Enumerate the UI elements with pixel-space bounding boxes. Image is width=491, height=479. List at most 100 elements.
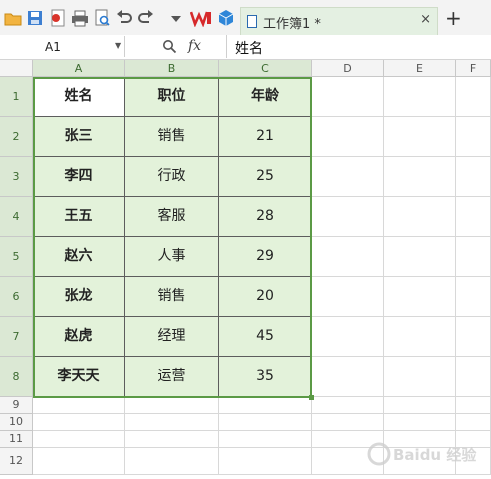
wps-logo-icon[interactable] — [190, 9, 212, 27]
empty-cell[interactable] — [384, 317, 456, 357]
empty-cell[interactable] — [219, 431, 312, 448]
empty-cell[interactable] — [384, 197, 456, 237]
empty-cell[interactable] — [384, 157, 456, 197]
empty-cell[interactable] — [219, 397, 312, 414]
print-icon[interactable] — [71, 9, 89, 27]
table-header-cell[interactable]: 姓名 — [33, 77, 125, 117]
empty-cell[interactable] — [384, 414, 456, 431]
empty-cell[interactable] — [125, 414, 219, 431]
row-header-1[interactable]: 1 — [0, 77, 33, 117]
row-header-5[interactable]: 5 — [0, 237, 33, 277]
table-cell[interactable]: 赵虎 — [33, 317, 125, 357]
column-header-d[interactable]: D — [312, 60, 384, 77]
export-pdf-icon[interactable] — [49, 9, 67, 27]
zoom-search-icon[interactable] — [162, 39, 177, 54]
empty-cell[interactable] — [456, 357, 491, 397]
empty-cell[interactable] — [219, 414, 312, 431]
column-header-e[interactable]: E — [384, 60, 456, 77]
table-cell[interactable]: 45 — [219, 317, 312, 357]
row-header-7[interactable]: 7 — [0, 317, 33, 357]
table-cell[interactable]: 张龙 — [33, 277, 125, 317]
table-cell[interactable]: 销售 — [125, 117, 219, 157]
row-header-3[interactable]: 3 — [0, 157, 33, 197]
empty-cell[interactable] — [384, 77, 456, 117]
table-header-cell[interactable]: 职位 — [125, 77, 219, 117]
row-header-8[interactable]: 8 — [0, 357, 33, 397]
dropdown-icon[interactable] — [167, 9, 185, 27]
column-header-f[interactable]: F — [456, 60, 491, 77]
select-all-corner[interactable] — [0, 60, 33, 77]
table-cell[interactable]: 赵六 — [33, 237, 125, 277]
column-header-b[interactable]: B — [125, 60, 219, 77]
name-box[interactable]: A1 ▼ — [0, 36, 125, 57]
close-icon[interactable]: × — [420, 12, 431, 27]
empty-cell[interactable] — [456, 157, 491, 197]
save-icon[interactable] — [26, 9, 44, 27]
empty-cell[interactable] — [384, 237, 456, 277]
cube-app-icon[interactable] — [217, 9, 235, 27]
row-header-11[interactable]: 11 — [0, 431, 33, 448]
empty-cell[interactable] — [456, 237, 491, 277]
insert-function-button[interactable]: fx — [188, 38, 201, 54]
table-cell[interactable]: 28 — [219, 197, 312, 237]
empty-cell[interactable] — [312, 237, 384, 277]
empty-cell[interactable] — [456, 77, 491, 117]
empty-cell[interactable] — [456, 117, 491, 157]
empty-cell[interactable] — [456, 414, 491, 431]
undo-icon[interactable] — [115, 9, 133, 27]
table-header-cell[interactable]: 年龄 — [219, 77, 312, 117]
empty-cell[interactable] — [312, 157, 384, 197]
empty-cell[interactable] — [312, 117, 384, 157]
empty-cell[interactable] — [312, 397, 384, 414]
print-preview-icon[interactable] — [93, 9, 111, 27]
empty-cell[interactable] — [33, 431, 125, 448]
empty-cell[interactable] — [456, 317, 491, 357]
table-cell[interactable]: 李天天 — [33, 357, 125, 397]
redo-icon[interactable] — [137, 9, 155, 27]
row-header-4[interactable]: 4 — [0, 197, 33, 237]
empty-cell[interactable] — [33, 448, 125, 475]
table-cell[interactable]: 运营 — [125, 357, 219, 397]
tab-workbook[interactable]: 工作簿1 * × — [240, 7, 438, 35]
empty-cell[interactable] — [312, 414, 384, 431]
empty-cell[interactable] — [384, 397, 456, 414]
empty-cell[interactable] — [125, 448, 219, 475]
empty-cell[interactable] — [312, 357, 384, 397]
table-cell[interactable]: 客服 — [125, 197, 219, 237]
formula-input[interactable]: 姓名 — [226, 35, 491, 58]
table-cell[interactable]: 王五 — [33, 197, 125, 237]
table-cell[interactable]: 销售 — [125, 277, 219, 317]
row-header-6[interactable]: 6 — [0, 277, 33, 317]
table-cell[interactable]: 经理 — [125, 317, 219, 357]
table-cell[interactable]: 29 — [219, 237, 312, 277]
empty-cell[interactable] — [384, 277, 456, 317]
table-cell[interactable]: 行政 — [125, 157, 219, 197]
empty-cell[interactable] — [384, 357, 456, 397]
column-header-a[interactable]: A — [33, 60, 125, 77]
empty-cell[interactable] — [33, 414, 125, 431]
table-cell[interactable]: 李四 — [33, 157, 125, 197]
empty-cell[interactable] — [125, 431, 219, 448]
empty-cell[interactable] — [384, 117, 456, 157]
row-header-10[interactable]: 10 — [0, 414, 33, 431]
empty-cell[interactable] — [456, 397, 491, 414]
empty-cell[interactable] — [312, 277, 384, 317]
new-tab-icon[interactable]: + — [445, 6, 462, 30]
table-cell[interactable]: 20 — [219, 277, 312, 317]
row-header-9[interactable]: 9 — [0, 397, 33, 414]
fill-handle[interactable] — [309, 395, 314, 400]
empty-cell[interactable] — [33, 397, 125, 414]
empty-cell[interactable] — [125, 397, 219, 414]
empty-cell[interactable] — [219, 448, 312, 475]
empty-cell[interactable] — [456, 277, 491, 317]
chevron-down-icon[interactable]: ▼ — [115, 41, 121, 50]
empty-cell[interactable] — [312, 197, 384, 237]
empty-cell[interactable] — [456, 197, 491, 237]
column-header-c[interactable]: C — [219, 60, 312, 77]
table-cell[interactable]: 21 — [219, 117, 312, 157]
empty-cell[interactable] — [312, 77, 384, 117]
table-cell[interactable]: 35 — [219, 357, 312, 397]
row-header-12[interactable]: 12 — [0, 448, 33, 475]
open-folder-icon[interactable] — [4, 9, 22, 27]
table-cell[interactable]: 人事 — [125, 237, 219, 277]
